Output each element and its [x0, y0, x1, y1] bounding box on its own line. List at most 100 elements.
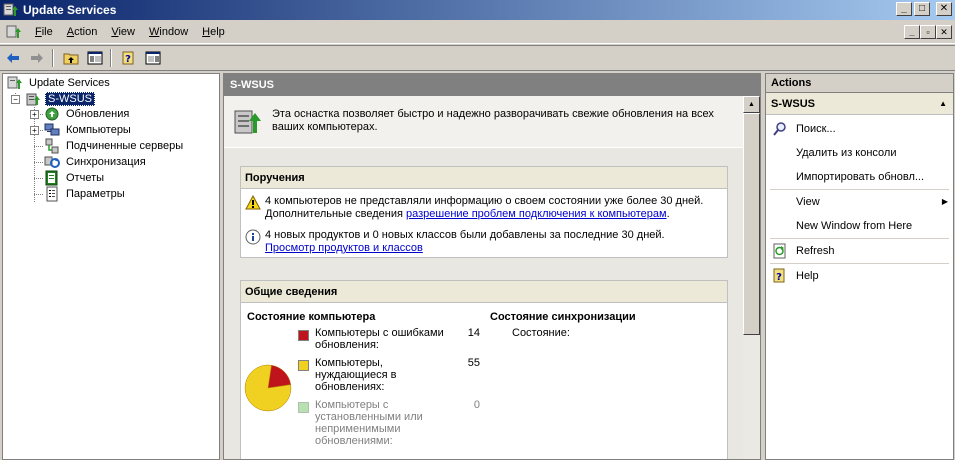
- forward-arrow-icon: [31, 53, 43, 63]
- close-button[interactable]: ✕: [936, 2, 952, 16]
- options-icon: [46, 186, 58, 202]
- child-minimize-button[interactable]: _: [904, 25, 920, 39]
- menu-window[interactable]: Window: [142, 26, 195, 38]
- results-pane-header: S-WSUS: [224, 74, 760, 96]
- action-import-updates[interactable]: Импортировать обновл...: [766, 167, 953, 187]
- updates-icon: [45, 107, 59, 121]
- scroll-up-button[interactable]: ▲: [743, 96, 760, 113]
- sync-status-title: Состояние синхронизации: [490, 311, 636, 323]
- action-search[interactable]: Поиск...: [766, 119, 953, 139]
- tree-item-downstream-servers[interactable]: Подчиненные серверы: [44, 138, 185, 154]
- menu-bar: File Action View Window Help _ ▫ ✕: [0, 20, 955, 44]
- legend-errors-swatch: [298, 330, 309, 341]
- computers-icon: [44, 123, 60, 136]
- show-hide-action-pane-button[interactable]: [142, 47, 164, 69]
- wsus-server-icon: [234, 110, 261, 134]
- menu-view[interactable]: View: [104, 26, 142, 38]
- overview-title: Общие сведения: [241, 281, 727, 303]
- reports-icon: [45, 170, 58, 186]
- needing-count: 55: [467, 357, 480, 369]
- tree-expand-computers[interactable]: +: [30, 126, 39, 135]
- server-overview: Эта оснастка позволяет быстро и надежно …: [224, 96, 743, 459]
- forward-button[interactable]: [26, 47, 48, 69]
- tree-collapse-server[interactable]: −: [11, 95, 20, 104]
- back-arrow-icon: [7, 53, 19, 63]
- actions-group-server[interactable]: S-WSUS ▲: [766, 93, 953, 115]
- computer-status-pie-chart: [244, 364, 292, 412]
- up-to-date-count: 0: [473, 399, 480, 411]
- menu-help[interactable]: Help: [195, 26, 232, 38]
- tasks-title: Поручения: [241, 167, 727, 189]
- synchronization-icon: [44, 156, 60, 168]
- window-title: Update Services: [23, 3, 117, 17]
- results-pane: S-WSUS Эта оснастка позволяет быстро и н…: [223, 73, 761, 460]
- title-bar: Update Services _ □ ✕: [0, 0, 955, 20]
- legend-errors: Компьютеры с ошибками обновления: 14: [298, 327, 480, 351]
- results-vertical-scrollbar[interactable]: ▲: [743, 96, 760, 459]
- computer-status-title: Состояние компьютера: [247, 311, 376, 323]
- back-button[interactable]: [2, 47, 24, 69]
- legend-up-to-date: Компьютеры с установленными или непримен…: [298, 399, 480, 447]
- menu-file[interactable]: File: [28, 26, 60, 38]
- show-hide-tree-icon: [87, 51, 103, 65]
- legend-needing-swatch: [298, 360, 309, 371]
- actions-pane: Actions S-WSUS ▲ Поиск... Удалить из кон…: [765, 73, 954, 460]
- tasks-section: Поручения 4 компьютеров не представляли …: [240, 166, 728, 258]
- search-icon: [773, 122, 786, 136]
- up-folder-icon: [63, 53, 79, 65]
- svg-text:?: ?: [125, 54, 131, 65]
- help-icon: ?: [122, 51, 134, 65]
- collapse-arrow-icon[interactable]: ▲: [939, 99, 947, 108]
- tree-expand-updates[interactable]: +: [30, 110, 39, 119]
- action-view[interactable]: View ▶: [766, 192, 953, 212]
- toolbar: ?: [0, 45, 955, 71]
- alert-new-products: 4 новых продуктов и 0 новых классов были…: [245, 229, 665, 255]
- action-new-window[interactable]: New Window from Here: [766, 216, 953, 236]
- legend-needing-updates: Компьютеры, нуждающиеся в обновлениях: 5…: [298, 357, 480, 393]
- tree-item-updates[interactable]: Обновления: [44, 106, 131, 122]
- legend-up-to-date-swatch: [298, 402, 309, 413]
- up-one-level-button[interactable]: [60, 47, 82, 69]
- action-refresh[interactable]: Refresh: [766, 241, 953, 261]
- tree-item-computers[interactable]: Компьютеры: [44, 122, 133, 138]
- show-hide-action-pane-icon: [145, 51, 161, 65]
- pie-slice-0: [267, 364, 292, 389]
- menu-action[interactable]: Action: [60, 26, 105, 38]
- child-restore-button[interactable]: ▫: [920, 25, 936, 39]
- actions-header: Actions: [766, 74, 953, 93]
- child-close-button[interactable]: ✕: [936, 25, 952, 39]
- alert-computers-not-reporting: 4 компьютеров не представляли информацию…: [245, 195, 703, 221]
- update-services-icon: [7, 76, 22, 89]
- minimize-button[interactable]: _: [896, 2, 912, 16]
- errors-count: 14: [467, 327, 480, 339]
- sync-state-label: Состояние:: [512, 327, 570, 339]
- intro-banner: Эта оснастка позволяет быстро и надежно …: [224, 96, 743, 148]
- warning-icon: [245, 195, 261, 210]
- intro-line-2: ваших компьютерах.: [272, 121, 378, 133]
- svg-text:?: ?: [776, 272, 782, 283]
- info-icon: [245, 229, 261, 245]
- mmc-system-menu-icon[interactable]: [6, 24, 22, 40]
- maximize-button[interactable]: □: [914, 2, 930, 16]
- tree-item-reports[interactable]: Отчеты: [44, 170, 106, 186]
- refresh-icon: [773, 243, 786, 259]
- action-help[interactable]: ? Help: [766, 266, 953, 286]
- tree-item-synchronization[interactable]: Синхронизация: [44, 154, 148, 170]
- troubleshoot-connection-link[interactable]: разрешение проблем подключения к компьют…: [406, 208, 667, 220]
- tree-item-server[interactable]: S-WSUS: [25, 91, 95, 107]
- tree-item-options[interactable]: Параметры: [44, 186, 127, 202]
- tree-root-update-services[interactable]: Update Services: [7, 75, 112, 91]
- server-icon: [26, 93, 40, 106]
- submenu-arrow-icon: ▶: [941, 197, 948, 206]
- action-remove-from-console[interactable]: Удалить из консоли: [766, 143, 953, 163]
- console-tree: Update Services − S-WSUS + Обновления + …: [2, 73, 220, 460]
- overview-section: Общие сведения Состояние компьютера Сост…: [240, 280, 728, 459]
- view-products-classes-link[interactable]: Просмотр продуктов и классов: [265, 242, 423, 254]
- scroll-thumb[interactable]: [743, 113, 760, 335]
- intro-line-1: Эта оснастка позволяет быстро и надежно …: [272, 108, 714, 120]
- update-services-app-icon[interactable]: [3, 2, 19, 18]
- help-button[interactable]: ?: [118, 47, 140, 69]
- show-hide-tree-button[interactable]: [84, 47, 106, 69]
- downstream-servers-icon: [45, 138, 59, 154]
- help-icon: ?: [773, 268, 785, 283]
